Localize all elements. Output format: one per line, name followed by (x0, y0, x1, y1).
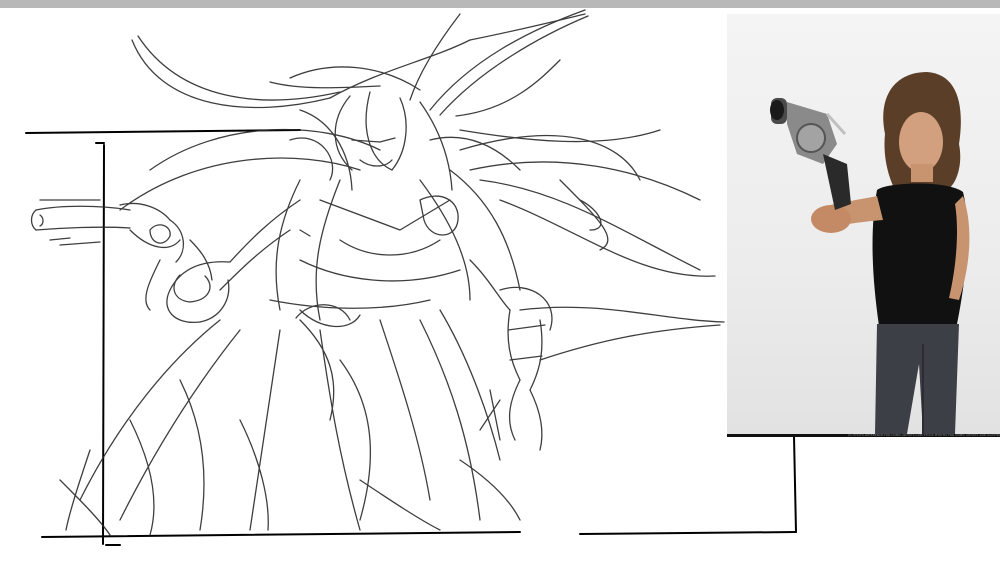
photo-credit: (C) PHOTO-REFERENCE-FOR-COMIC-ARTISTS.CO… (848, 433, 1000, 437)
photo-icon (770, 72, 970, 434)
panel-frame (25, 129, 797, 546)
sketch-strokes (30, 9, 725, 536)
reference-photo (727, 14, 1000, 434)
top-bar (0, 0, 1000, 8)
